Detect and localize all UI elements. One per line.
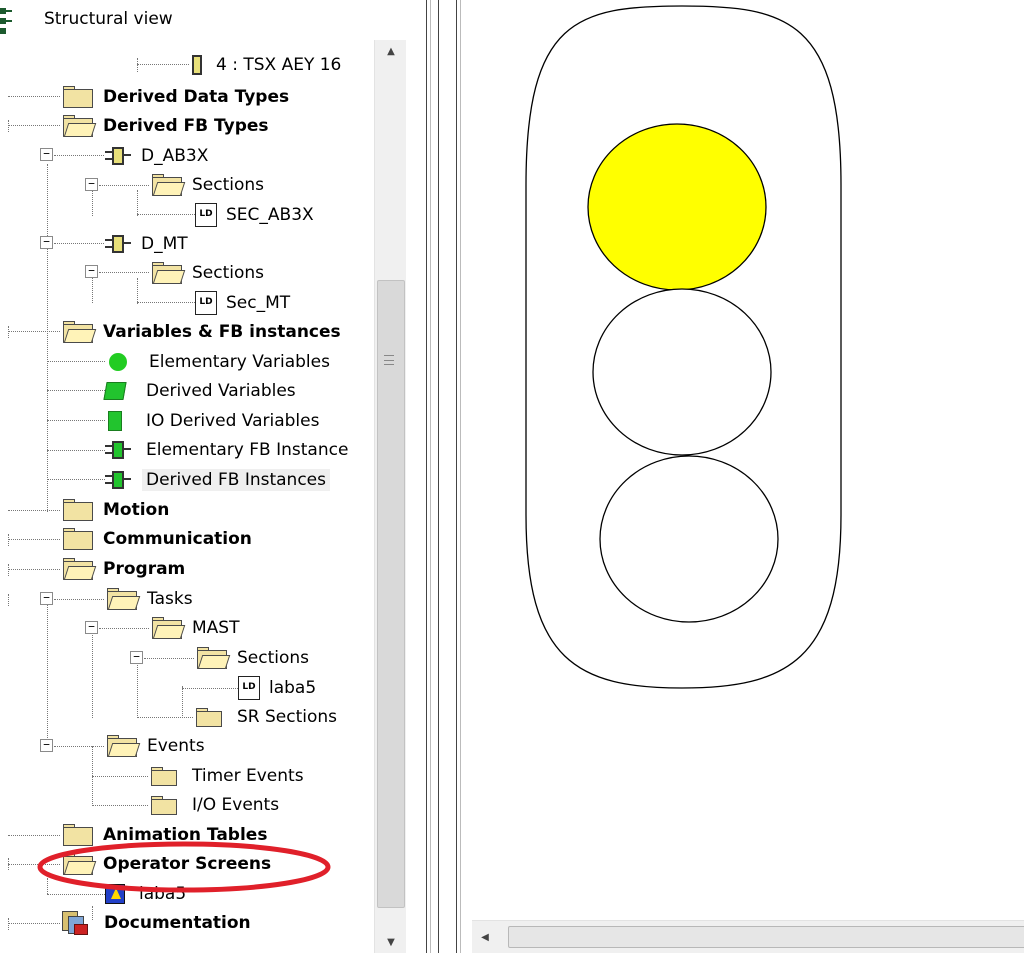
tree-item-elementary-fb-instances[interactable]: Elementary FB Instance bbox=[104, 435, 348, 464]
open-folder-icon bbox=[104, 734, 141, 758]
open-folder-icon bbox=[149, 616, 186, 640]
folder-icon bbox=[60, 85, 94, 109]
expander-tasks[interactable]: − bbox=[40, 592, 53, 605]
folder-icon bbox=[148, 795, 178, 815]
operator-screen-canvas[interactable] bbox=[472, 0, 1024, 953]
open-folder-icon bbox=[104, 587, 141, 611]
folder-icon bbox=[148, 766, 178, 786]
tree-item-io-derived-variables[interactable]: IO Derived Variables bbox=[105, 406, 319, 435]
scrollbar-thumb[interactable] bbox=[377, 280, 405, 908]
expander-d-mt-sections[interactable]: − bbox=[85, 265, 98, 278]
tree-item-derived-variables[interactable]: Derived Variables bbox=[103, 376, 296, 405]
tree-item-d-ab3x[interactable]: D_AB3X bbox=[104, 141, 208, 170]
expander-mast-sections[interactable]: − bbox=[130, 651, 143, 664]
fb-instance-icon bbox=[104, 439, 132, 461]
function-block-icon bbox=[104, 145, 132, 167]
expander-mast[interactable]: − bbox=[85, 621, 98, 634]
tree-item-variables-fb-instances[interactable]: Variables & FB instances bbox=[60, 317, 341, 346]
tree-item-tasks[interactable]: Tasks bbox=[104, 584, 193, 613]
panel-header: Structural view bbox=[0, 0, 416, 40]
tree-item-sec-mt[interactable]: LD Sec_MT bbox=[195, 288, 290, 317]
folder-icon bbox=[60, 527, 94, 551]
traffic-lamp-middle[interactable] bbox=[592, 288, 772, 456]
tree-item-documentation[interactable]: Documentation bbox=[60, 908, 251, 937]
open-folder-icon bbox=[149, 173, 186, 197]
ladder-diagram-icon: LD bbox=[195, 290, 217, 315]
tree-item-io-module[interactable]: 4 : TSX AEY 16 bbox=[192, 50, 341, 79]
tree-item-d-ab3x-sections[interactable]: Sections bbox=[149, 170, 264, 199]
folder-icon bbox=[193, 707, 223, 727]
tree-item-timer-events[interactable]: Timer Events bbox=[148, 761, 304, 790]
scroll-left-arrow-icon[interactable]: ◀ bbox=[476, 927, 494, 947]
tree-item-elementary-variables[interactable]: Elementary Variables bbox=[105, 347, 330, 376]
tree-item-derived-fb-instances[interactable]: Derived FB Instances bbox=[104, 465, 330, 494]
structural-view-icon bbox=[0, 8, 14, 34]
panel-splitter[interactable] bbox=[416, 0, 472, 953]
traffic-lamp-top[interactable] bbox=[587, 123, 767, 291]
tree-item-program[interactable]: Program bbox=[60, 554, 185, 583]
scroll-up-arrow-icon[interactable]: ▲ bbox=[375, 40, 407, 62]
scrollbar-grip-icon bbox=[384, 355, 394, 365]
tree-item-io-events[interactable]: I/O Events bbox=[148, 790, 279, 819]
project-tree[interactable]: − − − − − − − − 4 : TSX AEY 16 Derived D… bbox=[0, 40, 374, 953]
panel-title: Structural view bbox=[44, 9, 173, 29]
tree-item-communication[interactable]: Communication bbox=[60, 524, 252, 553]
tree-item-events[interactable]: Events bbox=[104, 731, 205, 760]
tree-item-mast[interactable]: MAST bbox=[149, 613, 239, 642]
horizontal-scrollbar-thumb[interactable] bbox=[508, 926, 1024, 948]
ladder-diagram-icon: LD bbox=[238, 675, 260, 700]
tree-item-derived-data-types[interactable]: Derived Data Types bbox=[60, 82, 289, 111]
tree-item-laba5-section[interactable]: LD laba5 bbox=[238, 673, 316, 702]
canvas-horizontal-scrollbar[interactable]: ◀ bbox=[472, 920, 1024, 953]
structural-view-panel: Structural view − − − − − − − − 4: TSX … bbox=[0, 0, 416, 953]
open-folder-icon bbox=[60, 114, 97, 138]
traffic-light-drawing bbox=[525, 5, 842, 689]
scroll-down-arrow-icon[interactable]: ▼ bbox=[375, 931, 407, 953]
documentation-icon bbox=[60, 910, 90, 936]
traffic-lamp-bottom[interactable] bbox=[599, 455, 779, 623]
tree-item-motion[interactable]: Motion bbox=[60, 495, 169, 524]
io-variable-icon bbox=[108, 410, 122, 431]
highlight-ellipse bbox=[37, 841, 331, 893]
expander-events[interactable]: − bbox=[40, 739, 53, 752]
tree-item-d-mt[interactable]: D_MT bbox=[104, 229, 188, 258]
tree-item-sec-ab3x[interactable]: LD SEC_AB3X bbox=[195, 200, 314, 229]
tree-item-derived-fb-types[interactable]: Derived FB Types bbox=[60, 111, 269, 140]
open-folder-icon bbox=[149, 261, 186, 285]
expander-d-mt[interactable]: − bbox=[40, 236, 53, 249]
elementary-variable-icon bbox=[109, 352, 127, 371]
open-folder-checked-icon bbox=[60, 320, 97, 344]
open-folder-icon bbox=[60, 557, 97, 581]
derived-variable-icon bbox=[103, 381, 127, 400]
ladder-diagram-icon: LD bbox=[195, 202, 217, 227]
folder-icon bbox=[60, 498, 94, 522]
expander-d-ab3x[interactable]: − bbox=[40, 148, 53, 161]
fb-instance-icon bbox=[104, 469, 132, 491]
io-module-icon bbox=[192, 54, 202, 75]
tree-item-d-mt-sections[interactable]: Sections bbox=[149, 258, 264, 287]
function-block-icon bbox=[104, 233, 132, 255]
tree-item-sr-sections[interactable]: SR Sections bbox=[193, 702, 337, 731]
tree-item-mast-sections[interactable]: Sections bbox=[194, 643, 309, 672]
open-folder-icon bbox=[194, 646, 231, 670]
expander-d-ab3x-sections[interactable]: − bbox=[85, 178, 98, 191]
tree-vertical-scrollbar[interactable]: ▲ ▼ bbox=[374, 40, 406, 953]
